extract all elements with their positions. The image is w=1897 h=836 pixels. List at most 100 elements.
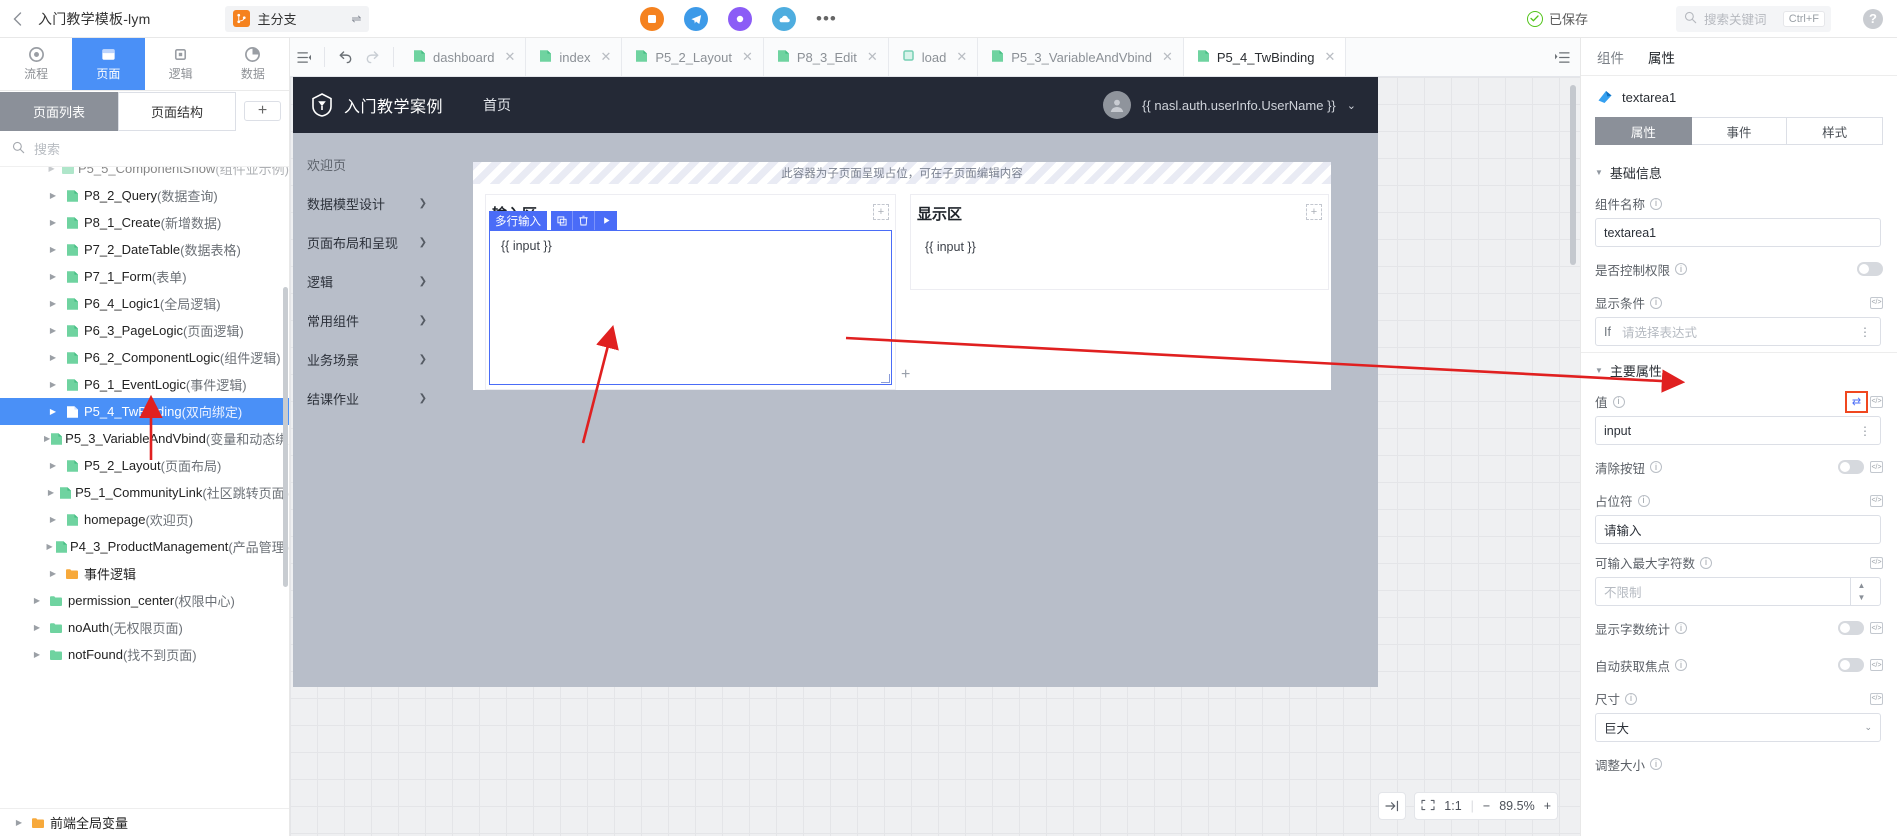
tree-node-noauth[interactable]: ▶ noAuth (无权限页面) (0, 614, 289, 641)
input-area-card[interactable]: 输入区 + 多行输入 (485, 194, 896, 390)
close-icon[interactable]: ✕ (1162, 49, 1173, 65)
preview-menu-item[interactable]: 数据模型设计 ❯ (293, 184, 441, 223)
close-icon[interactable]: ✕ (504, 49, 515, 65)
preview-nav-home[interactable]: 首页 (483, 95, 511, 115)
tab-p5_2_layout[interactable]: P5_2_Layout ✕ (622, 38, 764, 76)
textarea-input[interactable]: {{ input }} (489, 230, 892, 385)
sidebar-item-data[interactable]: 数据 (217, 38, 289, 90)
zoom-out-button[interactable]: − (1483, 799, 1490, 813)
add-page-button[interactable]: + (244, 101, 281, 121)
subpage-container[interactable]: 此容器为子页面呈现占位，可在子页面编辑内容 输入区 + 多行输入 (473, 162, 1331, 390)
tree-node-p8_1_create[interactable]: ▶ P8_1_Create (新增数据) (0, 209, 289, 236)
tree-node-p5_3_variableandvbind[interactable]: ▶P5_3_VariableAndVbind (变量和动态绑定) (0, 425, 289, 452)
size-select[interactable]: 巨大 ⌄ (1595, 713, 1881, 742)
tree-node-p6_2_componentlogic[interactable]: ▶ P6_2_ComponentLogic (组件逻辑) (0, 344, 289, 371)
back-icon[interactable] (0, 0, 34, 38)
tree-node-p5_5_componentshow[interactable]: ▶ P5_5_ComponentShow (组件业示例) (0, 167, 289, 182)
preview-menu-item[interactable]: 业务场景 ❯ (293, 340, 441, 379)
info-icon[interactable]: i (1700, 556, 1713, 569)
close-icon[interactable]: ✕ (956, 49, 967, 65)
preview-menu-item[interactable]: 逻辑 ❯ (293, 262, 441, 301)
tree-node-notfound[interactable]: ▶ notFound (找不到页面) (0, 641, 289, 668)
segment-events[interactable]: 事件 (1691, 117, 1788, 145)
preview-user-area[interactable]: {{ nasl.auth.userInfo.UserName }} ⌄ (1103, 91, 1360, 119)
chevron-right-icon[interactable]: ▶ (44, 407, 62, 416)
component-name-input[interactable]: textarea1 (1595, 218, 1881, 247)
tab-dashboard[interactable]: dashboard ✕ (400, 38, 527, 76)
display-condition-input[interactable]: If 请选择表达式 ⋮ (1595, 317, 1881, 346)
chevron-right-icon[interactable]: ▶ (44, 245, 62, 254)
tabs-list-icon[interactable] (1544, 38, 1580, 76)
tree-node-p5_4_twbinding[interactable]: ▶ P5_4_TwBinding (双向绑定) (0, 398, 289, 425)
tree-node-p7_2_datetable[interactable]: ▶ P7_2_DateTable (数据表格) (0, 236, 289, 263)
preview-menu-item[interactable]: 欢迎页 (293, 145, 441, 184)
chevron-right-icon[interactable]: ▶ (44, 326, 62, 335)
info-icon[interactable]: i (1612, 395, 1625, 408)
chevron-right-icon[interactable]: ▶ (44, 542, 55, 551)
sidebar-item-flow[interactable]: 流程 (0, 38, 72, 90)
chevron-down-icon[interactable]: ▼ (1595, 168, 1603, 177)
tree-node-p5_1_communitylink[interactable]: ▶ P5_1_CommunityLink (社区跳转页面) (0, 479, 289, 506)
tree-node-permission_center[interactable]: ▶ permission_center (权限中心) (0, 587, 289, 614)
info-icon[interactable]: i (1650, 197, 1663, 210)
tab-properties[interactable]: 属性 (1648, 47, 1675, 67)
info-icon[interactable]: i (1675, 659, 1688, 671)
maxlength-stepper[interactable]: 不限制 ▲ ▼ (1595, 577, 1881, 606)
panel-collapse-icon[interactable] (290, 38, 318, 76)
stepper-down-icon[interactable]: ▼ (1858, 593, 1866, 602)
preview-menu-item[interactable]: 页面布局和呈现 ❯ (293, 223, 441, 262)
info-icon[interactable]: i (1650, 296, 1663, 309)
info-icon[interactable]: i (1650, 461, 1663, 473)
tab-load[interactable]: load ✕ (889, 38, 979, 76)
search-input[interactable]: 搜索关键词 Ctrl+F (1676, 5, 1831, 32)
chevron-right-icon[interactable]: ▶ (28, 596, 46, 605)
delete-icon[interactable] (573, 211, 595, 230)
close-icon[interactable]: ✕ (867, 49, 878, 65)
code-icon[interactable]: </> (1870, 622, 1883, 634)
tree-node-p6_3_pagelogic[interactable]: ▶ P6_3_PageLogic (页面逻辑) (0, 317, 289, 344)
chevron-right-icon[interactable]: ▶ (44, 515, 62, 524)
tree-node-p6_4_logic1[interactable]: ▶ P6_4_Logic1 (全局逻辑) (0, 290, 289, 317)
close-icon[interactable]: ✕ (600, 49, 611, 65)
swap-icon[interactable]: ⇌ (351, 12, 361, 26)
tab-components[interactable]: 组件 (1597, 47, 1624, 67)
code-icon[interactable]: </> (1870, 296, 1883, 309)
chevron-right-icon[interactable]: ▶ (44, 167, 59, 173)
orange-circle-icon[interactable] (640, 7, 664, 31)
two-way-binding-icon[interactable]: ⇄ (1845, 390, 1868, 413)
tree-search-input[interactable]: 搜索 (0, 131, 289, 167)
close-icon[interactable]: ✕ (1324, 49, 1335, 65)
preview-menu-item[interactable]: 结课作业 ❯ (293, 379, 441, 418)
tab-index[interactable]: index ✕ (526, 38, 623, 76)
chevron-right-icon[interactable]: ▶ (44, 488, 58, 497)
tab-p5_4_twbinding[interactable]: P5_4_TwBinding ✕ (1183, 38, 1347, 76)
autofocus-toggle[interactable] (1838, 658, 1864, 672)
chevron-right-icon[interactable]: ▶ (28, 650, 46, 659)
redo-icon[interactable] (359, 38, 387, 76)
chevron-right-icon[interactable]: ▶ (44, 569, 62, 578)
code-icon[interactable]: </> (1870, 494, 1883, 507)
info-icon[interactable]: i (1675, 622, 1688, 634)
permission-toggle[interactable] (1857, 262, 1883, 276)
section-header-basic[interactable]: ▼ 基础信息 (1581, 159, 1897, 185)
info-icon[interactable]: i (1650, 758, 1663, 770)
info-icon[interactable]: i (1625, 692, 1638, 705)
clear-button-toggle[interactable] (1838, 460, 1864, 474)
tree-node-p7_1_form[interactable]: ▶ P7_1_Form (表单) (0, 263, 289, 290)
help-circle-icon[interactable]: ? (1863, 8, 1883, 29)
tab-page-structure[interactable]: 页面结构 (118, 91, 236, 131)
code-icon[interactable]: </> (1870, 395, 1883, 408)
chevron-right-icon[interactable]: ▶ (44, 299, 62, 308)
tab-p5_3_variableandvbind[interactable]: P5_3_VariableAndVbind ✕ (978, 38, 1184, 76)
more-options-icon[interactable]: ⋮ (1859, 325, 1872, 339)
fit-screen-icon[interactable] (1421, 799, 1435, 814)
stepper-up-icon[interactable]: ▲ (1858, 581, 1866, 590)
cloud-icon[interactable] (772, 7, 796, 31)
tree-node-p8_2_query[interactable]: ▶ P8_2_Query (数据查询) (0, 182, 289, 209)
tab-p8_3_edit[interactable]: P8_3_Edit ✕ (764, 38, 889, 76)
chevron-down-icon[interactable]: ⌄ (1864, 722, 1872, 733)
chevron-down-icon[interactable]: ⌄ (1347, 99, 1356, 112)
play-icon[interactable] (595, 211, 617, 230)
purple-circle-icon[interactable] (728, 7, 752, 31)
chevron-down-icon[interactable]: ▼ (1595, 366, 1603, 375)
